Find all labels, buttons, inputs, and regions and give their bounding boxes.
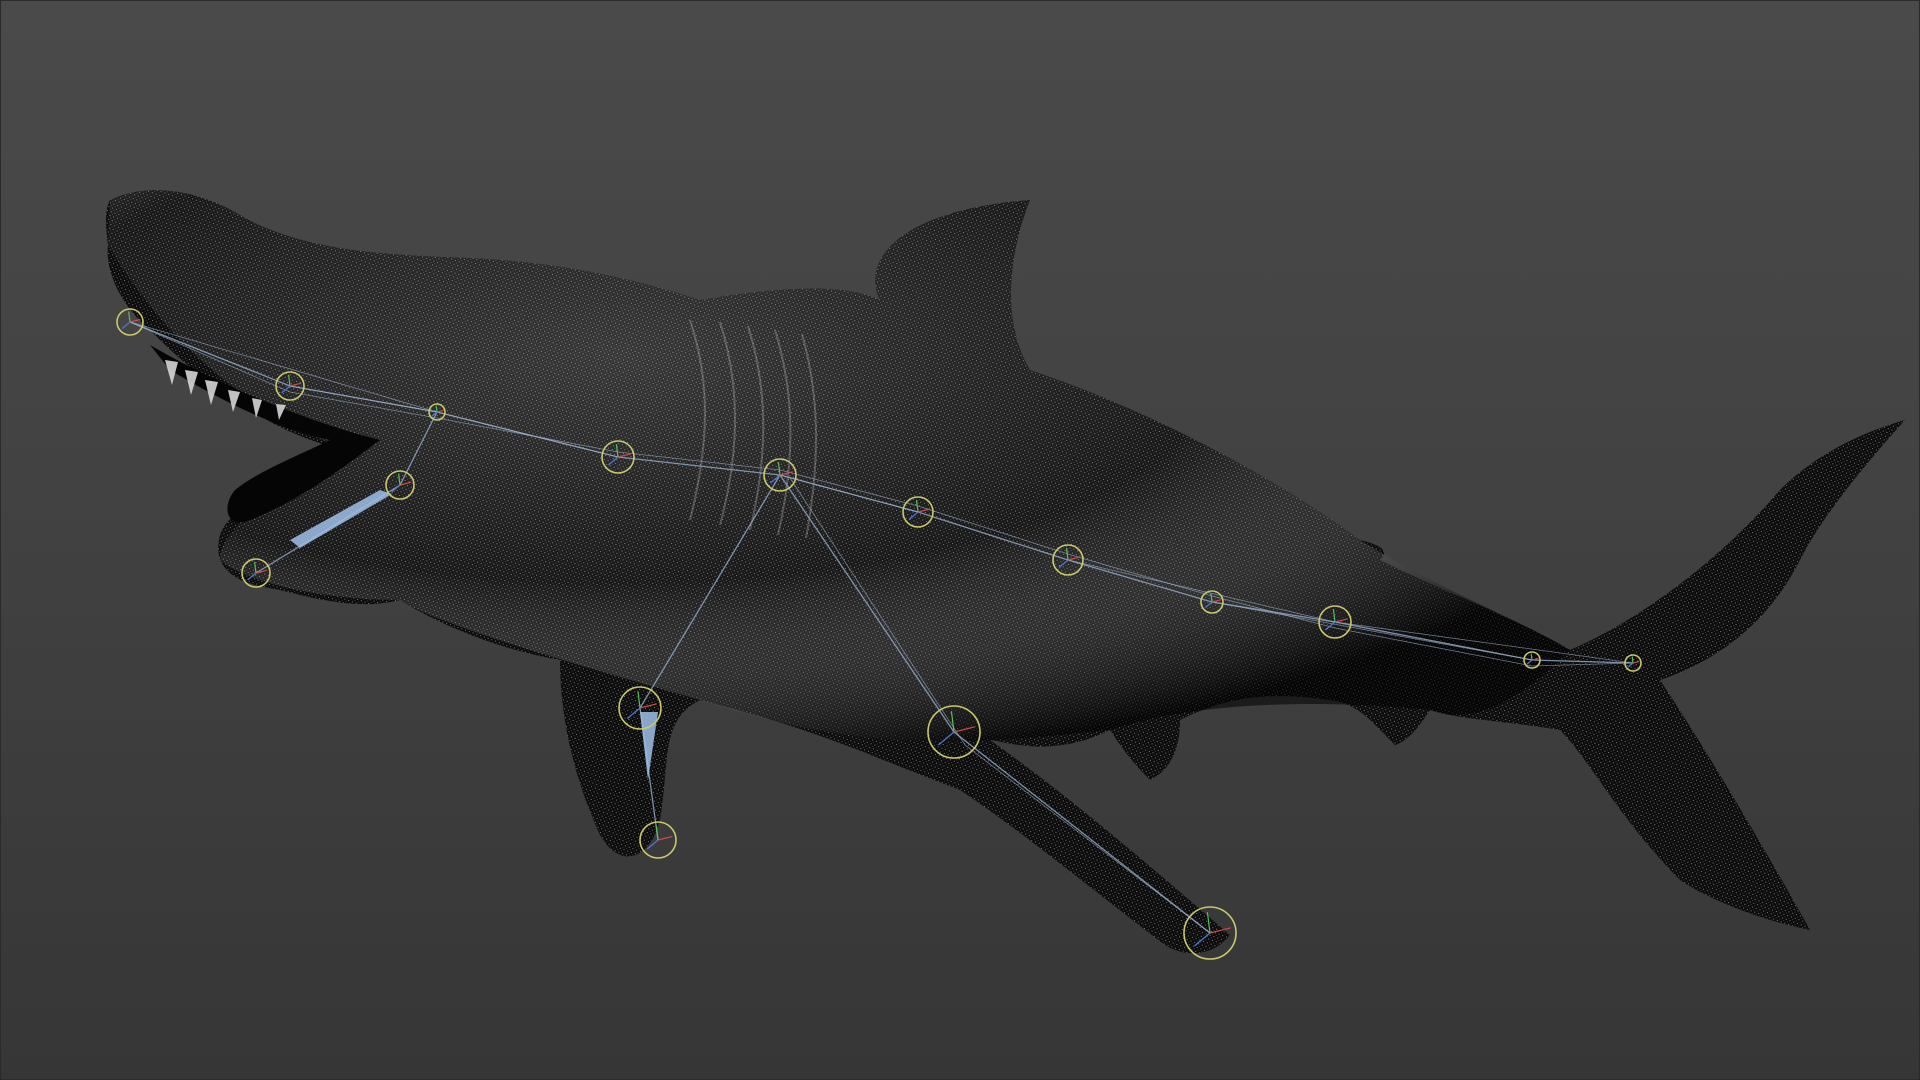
- joint-axis-icon: [435, 405, 438, 413]
- shark-mesh[interactable]: [106, 190, 1905, 954]
- joint-axis-icon: [129, 318, 141, 323]
- joint-axis-icon: [1631, 656, 1634, 664]
- joint-axis-icon: [1530, 653, 1533, 661]
- joint-axis-icon: [657, 835, 673, 841]
- joint-1[interactable]: [116, 308, 144, 336]
- 3d-viewport[interactable]: [0, 0, 1920, 1080]
- joint-axis-icon: [128, 311, 131, 323]
- joint-axis-icon: [121, 321, 131, 329]
- scene-canvas[interactable]: [0, 0, 1920, 1080]
